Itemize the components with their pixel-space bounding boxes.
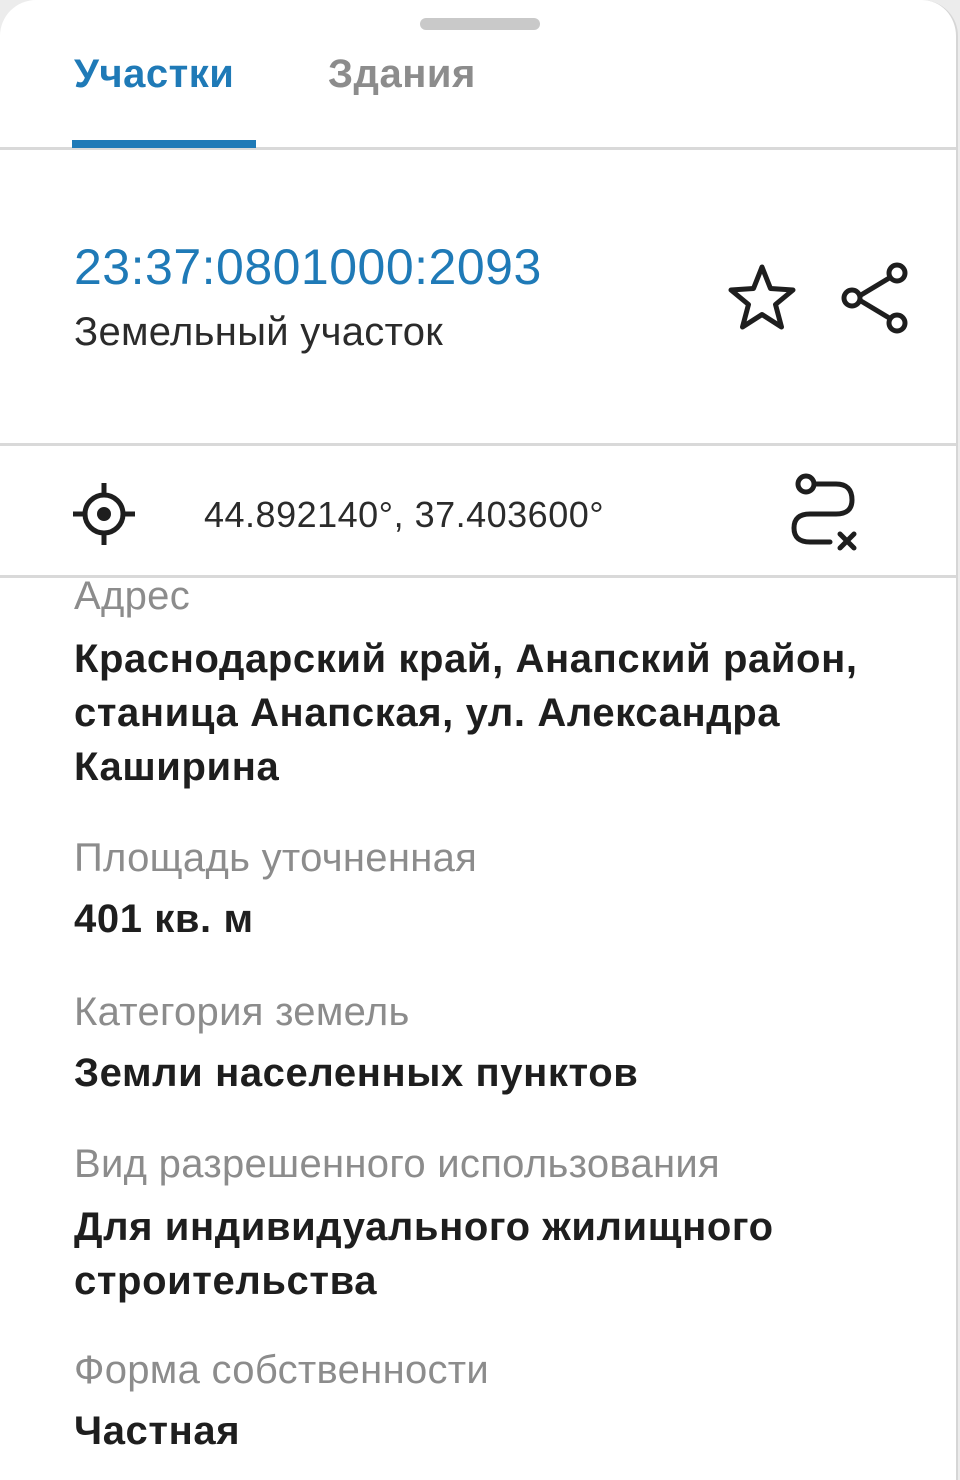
cadastral-number[interactable]: 23:37:0801000:2093 bbox=[74, 238, 542, 296]
ownership-form-value: Частная bbox=[74, 1409, 241, 1453]
area-label: Площадь уточненная bbox=[74, 836, 478, 880]
area-value: 401 кв. м bbox=[74, 897, 254, 941]
crosshair-icon bbox=[73, 483, 135, 545]
star-icon bbox=[728, 264, 796, 330]
locate-button[interactable] bbox=[64, 474, 144, 554]
share-button[interactable] bbox=[835, 258, 915, 338]
route-button[interactable] bbox=[778, 470, 868, 560]
permitted-use-value: Для индивидуального жилищного строительс… bbox=[74, 1205, 774, 1303]
tab-plots[interactable]: Участки bbox=[74, 52, 234, 97]
land-category-value: Земли населенных пунктов bbox=[74, 1051, 639, 1095]
object-header: 23:37:0801000:2093 Земельный участок bbox=[0, 150, 956, 446]
address-value: Краснодарский край, Анапский район, стан… bbox=[74, 637, 858, 789]
active-tab-indicator bbox=[72, 140, 256, 148]
favorite-button[interactable] bbox=[722, 258, 802, 338]
coordinates-bar: 44.892140°, 37.403600° bbox=[0, 446, 956, 578]
address-label: Адрес bbox=[74, 574, 191, 618]
coordinates-text[interactable]: 44.892140°, 37.403600° bbox=[204, 494, 604, 536]
share-icon bbox=[841, 262, 908, 334]
tab-bar: Участки Здания bbox=[0, 0, 956, 150]
ownership-form-label: Форма собственности bbox=[74, 1348, 490, 1392]
permitted-use-label: Вид разрешенного использования bbox=[74, 1142, 721, 1186]
land-category-label: Категория земель bbox=[74, 990, 410, 1034]
route-icon bbox=[791, 473, 857, 551]
info-sheet: Участки Здания 23:37:0801000:2093 Земель… bbox=[0, 0, 958, 1480]
tab-buildings[interactable]: Здания bbox=[328, 52, 476, 97]
object-type: Земельный участок bbox=[74, 310, 444, 354]
